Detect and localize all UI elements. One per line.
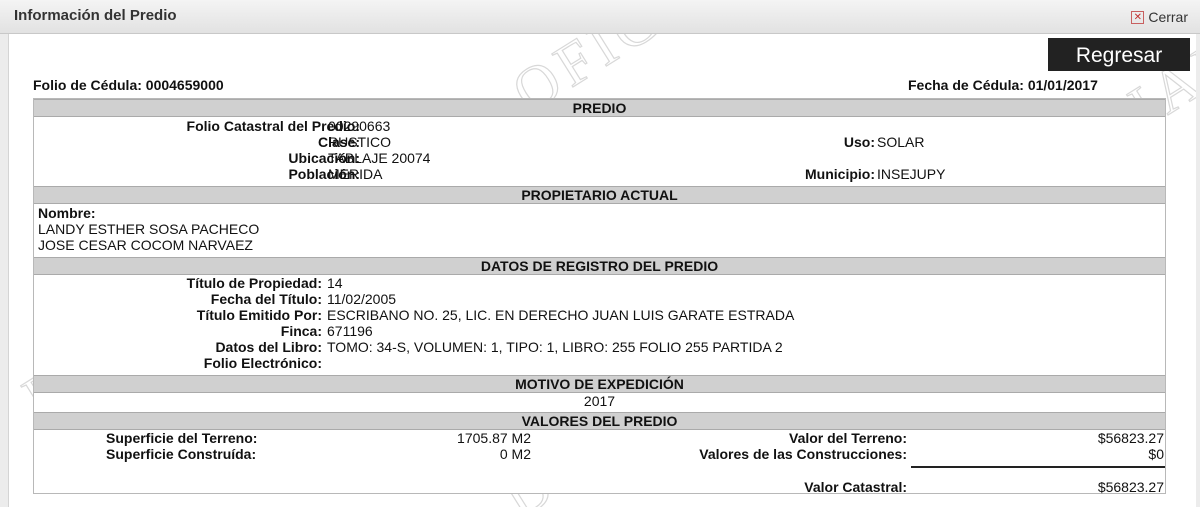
fecha-cedula-label: Fecha de Cédula: <box>908 77 1024 93</box>
valor-catastral-value: $56823.27 <box>1097 479 1164 495</box>
folio-cedula: Folio de Cédula: 0004659000 <box>33 77 224 93</box>
dialog-titlebar: Información del Predio ✕ Cerrar <box>0 0 1200 34</box>
titulo-propiedad-value: 14 <box>327 275 343 291</box>
nombre-label: Nombre: <box>38 205 96 221</box>
titulo-emitido-value: ESCRIBANO NO. 25, LIC. EN DERECHO JUAN L… <box>327 307 795 323</box>
close-button[interactable]: ✕ Cerrar <box>1131 9 1188 25</box>
close-label[interactable]: Cerrar <box>1148 9 1188 25</box>
valor-construcciones-label: Valores de las Construcciones: <box>699 446 907 462</box>
valor-terreno-label: Valor del Terreno: <box>789 430 907 446</box>
municipio-value: INSEJUPY <box>877 166 946 182</box>
close-icon[interactable]: ✕ <box>1131 10 1145 24</box>
superficie-construida-value: 0 M2 <box>499 446 531 462</box>
valor-construcciones-value: $0 <box>1148 446 1164 462</box>
owner-name-2: JOSE CESAR COCOM NARVAEZ <box>38 237 253 253</box>
titulo-propiedad-label: Título de Propiedad: <box>186 275 322 291</box>
section-valores-header: VALORES DEL PREDIO <box>34 412 1165 430</box>
section-motivo-header: MOTIVO DE EXPEDICIÓN <box>34 375 1165 393</box>
superficie-terreno-value: 1705.87 M2 <box>457 430 531 446</box>
valor-catastral-label: Valor Catastral: <box>804 479 907 495</box>
superficie-construida-label: Superficie Construída: <box>106 446 257 462</box>
left-border <box>0 34 9 507</box>
folio-cedula-label: Folio de Cédula: <box>33 77 142 93</box>
valor-terreno-value: $56823.27 <box>1097 430 1164 446</box>
poblacion-value: MERIDA <box>328 166 383 182</box>
dialog-title: Información del Predio <box>14 7 177 24</box>
section-propietario-header: PROPIETARIO ACTUAL <box>34 186 1165 204</box>
datos-libro-value: TOMO: 34-S, VOLUMEN: 1, TIPO: 1, LIBRO: … <box>327 339 783 355</box>
regresar-button[interactable]: Regresar <box>1048 38 1190 71</box>
total-separator <box>911 466 1165 468</box>
folio-cedula-value: 0004659000 <box>145 77 224 93</box>
fecha-titulo-value: 11/02/2005 <box>327 291 397 307</box>
section-predio-header: PREDIO <box>34 99 1165 117</box>
titulo-emitido-label: Título Emitido Por: <box>196 307 322 323</box>
clase-value: RUSTICO <box>328 134 391 150</box>
uso-label: Uso: <box>843 134 875 150</box>
superficie-terreno-label: Superficie del Terreno: <box>106 430 258 446</box>
folio-electronico-label: Folio Electrónico: <box>203 355 322 371</box>
cedula-document: PREDIO Folio Catastral del Predio: 00290… <box>33 98 1166 495</box>
finca-value: 671196 <box>327 323 373 339</box>
fecha-cedula-value: 01/01/2017 <box>1027 77 1098 93</box>
fecha-cedula: Fecha de Cédula: 01/01/2017 <box>908 77 1098 93</box>
scrollbar[interactable] <box>1196 34 1200 507</box>
ubicacion-value: TABLAJE 20074 <box>328 150 431 166</box>
motivo-value: 2017 <box>583 393 616 409</box>
owner-name-1: LANDY ESTHER SOSA PACHECO <box>38 221 260 237</box>
uso-value: SOLAR <box>877 134 925 150</box>
section-registro-header: DATOS DE REGISTRO DEL PREDIO <box>34 257 1165 275</box>
fecha-titulo-label: Fecha del Título: <box>210 291 322 307</box>
folio-catastral-value: 00290663 <box>328 118 391 134</box>
finca-label: Finca: <box>280 323 322 339</box>
datos-libro-label: Datos del Libro: <box>215 339 322 355</box>
municipio-label: Municipio: <box>805 166 875 182</box>
